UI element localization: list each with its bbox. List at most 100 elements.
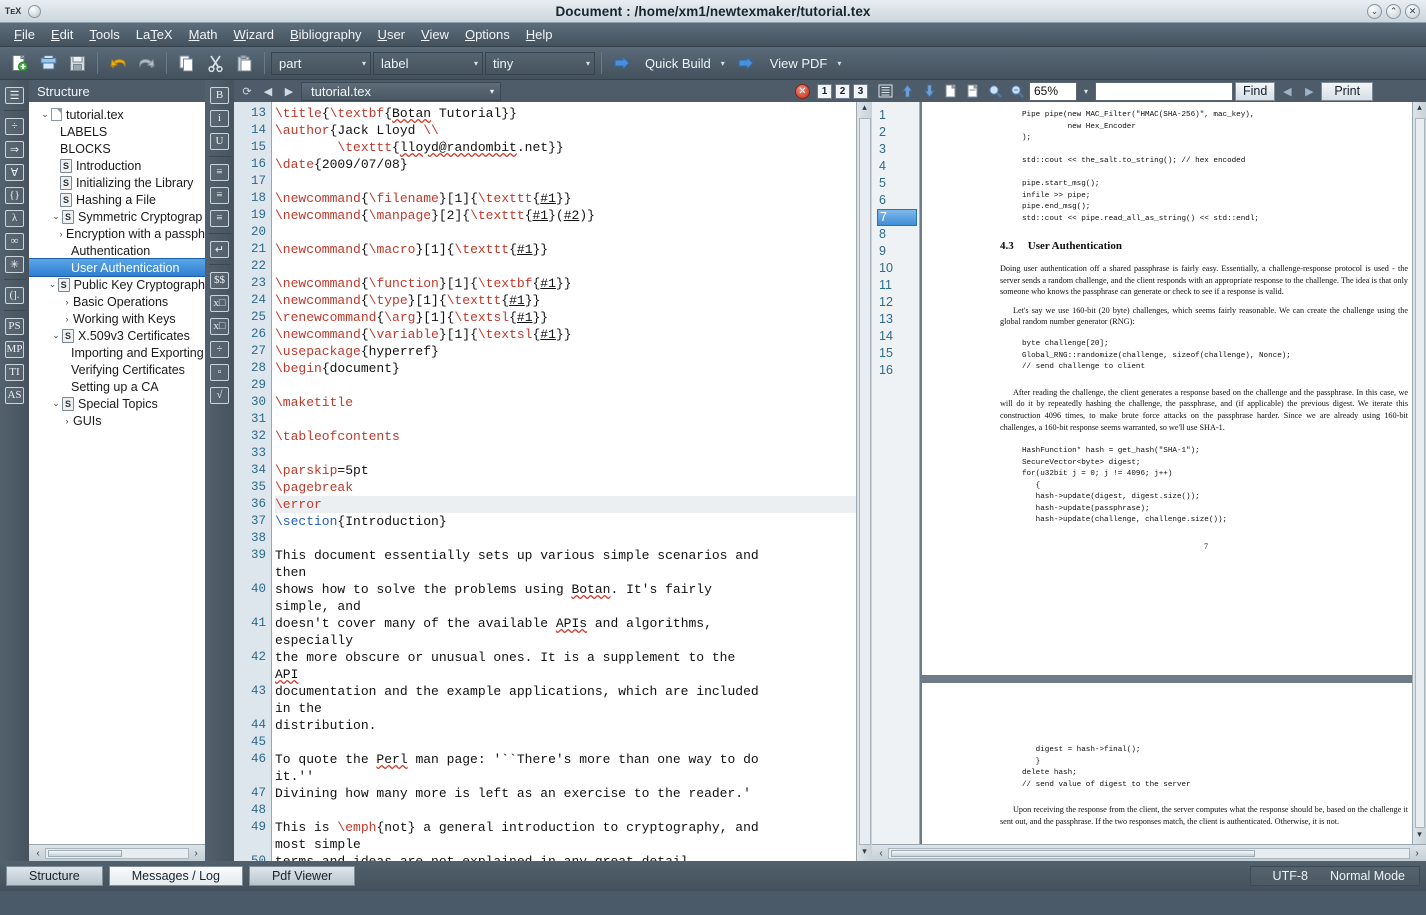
- fraction-icon[interactable]: ÷: [209, 338, 231, 360]
- label-combo[interactable]: label ▾: [373, 51, 483, 75]
- pdf-page-list-item[interactable]: 4: [879, 158, 919, 175]
- save-icon[interactable]: [64, 50, 91, 77]
- bottom-tab-pdf-viewer[interactable]: Pdf Viewer: [248, 866, 356, 886]
- pdf-next-page-icon[interactable]: ▶: [1299, 82, 1319, 101]
- structure-item[interactable]: S Introduction: [29, 157, 205, 174]
- pdf-page-view[interactable]: Pipe pipe(new MAC_Filter("HMAC(SHA-256)"…: [920, 102, 1412, 844]
- pdf-page-list-item[interactable]: 10: [879, 260, 919, 277]
- paste-icon[interactable]: [231, 50, 258, 77]
- structure-item[interactable]: Verifying Certificates: [29, 361, 205, 378]
- menu-user[interactable]: User: [370, 24, 413, 45]
- pdf-page-list-item[interactable]: 12: [879, 294, 919, 311]
- menu-math[interactable]: Math: [181, 24, 226, 45]
- arrow-symbols-icon[interactable]: ⇒: [4, 138, 26, 160]
- pdf-page-list[interactable]: 1 2 3 4 5 6 7 8 9 10 11 12 13 14 15 16: [872, 102, 920, 844]
- expander-icon[interactable]: ⌄: [50, 398, 62, 409]
- hscroll-thumb[interactable]: [48, 849, 122, 857]
- fit-width-icon[interactable]: [963, 82, 983, 101]
- zoom-out-icon[interactable]: [1007, 82, 1027, 101]
- view-pdf-chevron-down-icon[interactable]: ▾: [837, 59, 841, 68]
- subscript-icon[interactable]: x□: [209, 292, 231, 314]
- delimiters-icon[interactable]: {}: [4, 184, 26, 206]
- expander-icon[interactable]: ⌄: [39, 109, 51, 120]
- pdf-page-list-item[interactable]: 9: [879, 243, 919, 260]
- pdf-zoom-value[interactable]: 65%: [1029, 81, 1077, 101]
- pdf-page-list-item[interactable]: 13: [879, 311, 919, 328]
- metapost-icon[interactable]: MP: [4, 338, 26, 360]
- structure-item[interactable]: BLOCKS: [29, 140, 205, 157]
- expander-icon[interactable]: ⌄: [50, 211, 62, 222]
- structure-item[interactable]: ⌄ S Public Key Cryptograph: [29, 276, 205, 293]
- asymptote-icon[interactable]: AS: [4, 384, 26, 406]
- bottom-tab-messages-log[interactable]: Messages / Log: [108, 866, 243, 886]
- editor-body[interactable]: 13 14 15 16 17 18 19 20 21 22 23 24 25 26 27 28 29 30 31 32…: [234, 102, 872, 861]
- expander-icon[interactable]: ⌄: [47, 279, 57, 290]
- expander-icon[interactable]: ›: [61, 416, 73, 426]
- structure-item[interactable]: ⌄ S X.509v3 Certificates: [29, 327, 205, 344]
- pdf-page-list-item[interactable]: 6: [879, 192, 919, 209]
- code-text-area[interactable]: \title{\textbf{Botan Tutorial}} \author{J…: [272, 102, 856, 861]
- structure-item-selected[interactable]: User Authentication: [29, 258, 205, 277]
- align-center-icon[interactable]: ≡: [209, 184, 231, 206]
- scroll-down-icon[interactable]: ▾: [1417, 829, 1422, 844]
- close-document-icon[interactable]: ✕: [795, 83, 810, 99]
- structure-item[interactable]: Setting up a CA: [29, 378, 205, 395]
- copy-icon[interactable]: [173, 50, 200, 77]
- brackets-icon[interactable]: (].: [4, 284, 26, 306]
- maximize-button[interactable]: ⌃: [1386, 3, 1401, 19]
- scroll-down-icon[interactable]: ▾: [862, 846, 867, 861]
- view-pdf-label[interactable]: View PDF: [762, 56, 836, 71]
- part-combo[interactable]: part ▾: [271, 51, 371, 75]
- structure-item[interactable]: ⌄ tutorial.tex: [29, 106, 205, 123]
- bottom-tab-structure[interactable]: Structure: [6, 866, 103, 886]
- structure-item[interactable]: ⌄ S Symmetric Cryptograp: [29, 208, 205, 225]
- italic-icon[interactable]: i: [209, 107, 231, 129]
- structure-hscrollbar[interactable]: ‹ ›: [29, 844, 205, 861]
- structure-view-icon[interactable]: ☰: [4, 84, 26, 106]
- thumbnail-list-icon[interactable]: [875, 82, 895, 101]
- next-document-icon[interactable]: ▶: [280, 85, 298, 98]
- pdf-find-input[interactable]: [1095, 81, 1234, 101]
- scroll-right-icon[interactable]: ›: [1410, 848, 1424, 859]
- scroll-up-icon[interactable]: ▴: [1417, 102, 1422, 117]
- view-pdf-run-icon[interactable]: [733, 50, 760, 77]
- zoom-in-icon[interactable]: [985, 82, 1005, 101]
- editor-vscroll-track[interactable]: [858, 118, 871, 845]
- binomial-icon[interactable]: ▫: [209, 361, 231, 383]
- scroll-down-icon[interactable]: [919, 82, 939, 101]
- structure-item[interactable]: Authentication: [29, 242, 205, 259]
- pdf-page-list-item[interactable]: 7: [877, 209, 917, 226]
- redo-icon[interactable]: [133, 50, 160, 77]
- most-used-symbols-icon[interactable]: ✳: [4, 253, 26, 275]
- fit-page-icon[interactable]: [941, 82, 961, 101]
- pdf-print-button[interactable]: Print: [1321, 81, 1374, 101]
- open-document-icon[interactable]: [35, 50, 62, 77]
- refresh-structure-icon[interactable]: ⟳: [238, 85, 256, 98]
- pdf-hscroll-track[interactable]: [888, 847, 1410, 859]
- quick-build-label[interactable]: Quick Build: [637, 56, 719, 71]
- greek-symbols-icon[interactable]: λ: [4, 207, 26, 229]
- structure-item[interactable]: › Working with Keys: [29, 310, 205, 327]
- scroll-left-icon[interactable]: ‹: [31, 848, 45, 859]
- menu-file[interactable]: File: [6, 24, 43, 45]
- pdf-page-list-item[interactable]: 16: [879, 362, 919, 379]
- expander-icon[interactable]: ›: [61, 297, 73, 307]
- sqrt-icon[interactable]: √: [209, 384, 231, 406]
- pdf-vscrollbar[interactable]: ▴ ▾: [1412, 102, 1426, 844]
- structure-item[interactable]: › Encryption with a passph: [29, 225, 205, 242]
- scroll-right-icon[interactable]: ›: [189, 848, 203, 859]
- structure-tree[interactable]: ⌄ tutorial.tex LABELS BLOCKS S Introduction S I…: [29, 102, 205, 844]
- menu-tools[interactable]: Tools: [81, 24, 127, 45]
- close-button[interactable]: ✕: [1405, 3, 1420, 19]
- expander-icon[interactable]: ›: [56, 229, 66, 239]
- menu-help[interactable]: Help: [518, 24, 561, 45]
- view-layout-2-button[interactable]: 2: [835, 83, 850, 99]
- menu-latex[interactable]: LaTeX: [128, 24, 181, 45]
- quick-build-run-icon[interactable]: [608, 50, 635, 77]
- editor-vscrollbar[interactable]: ▴ ▾: [856, 102, 872, 861]
- pdf-previous-page-icon[interactable]: ◀: [1277, 82, 1297, 101]
- pdf-vscroll-track[interactable]: [1414, 118, 1425, 828]
- tikz-icon[interactable]: TI: [4, 361, 26, 383]
- relation-symbols-icon[interactable]: ÷: [4, 115, 26, 137]
- pdf-page-list-item[interactable]: 3: [879, 141, 919, 158]
